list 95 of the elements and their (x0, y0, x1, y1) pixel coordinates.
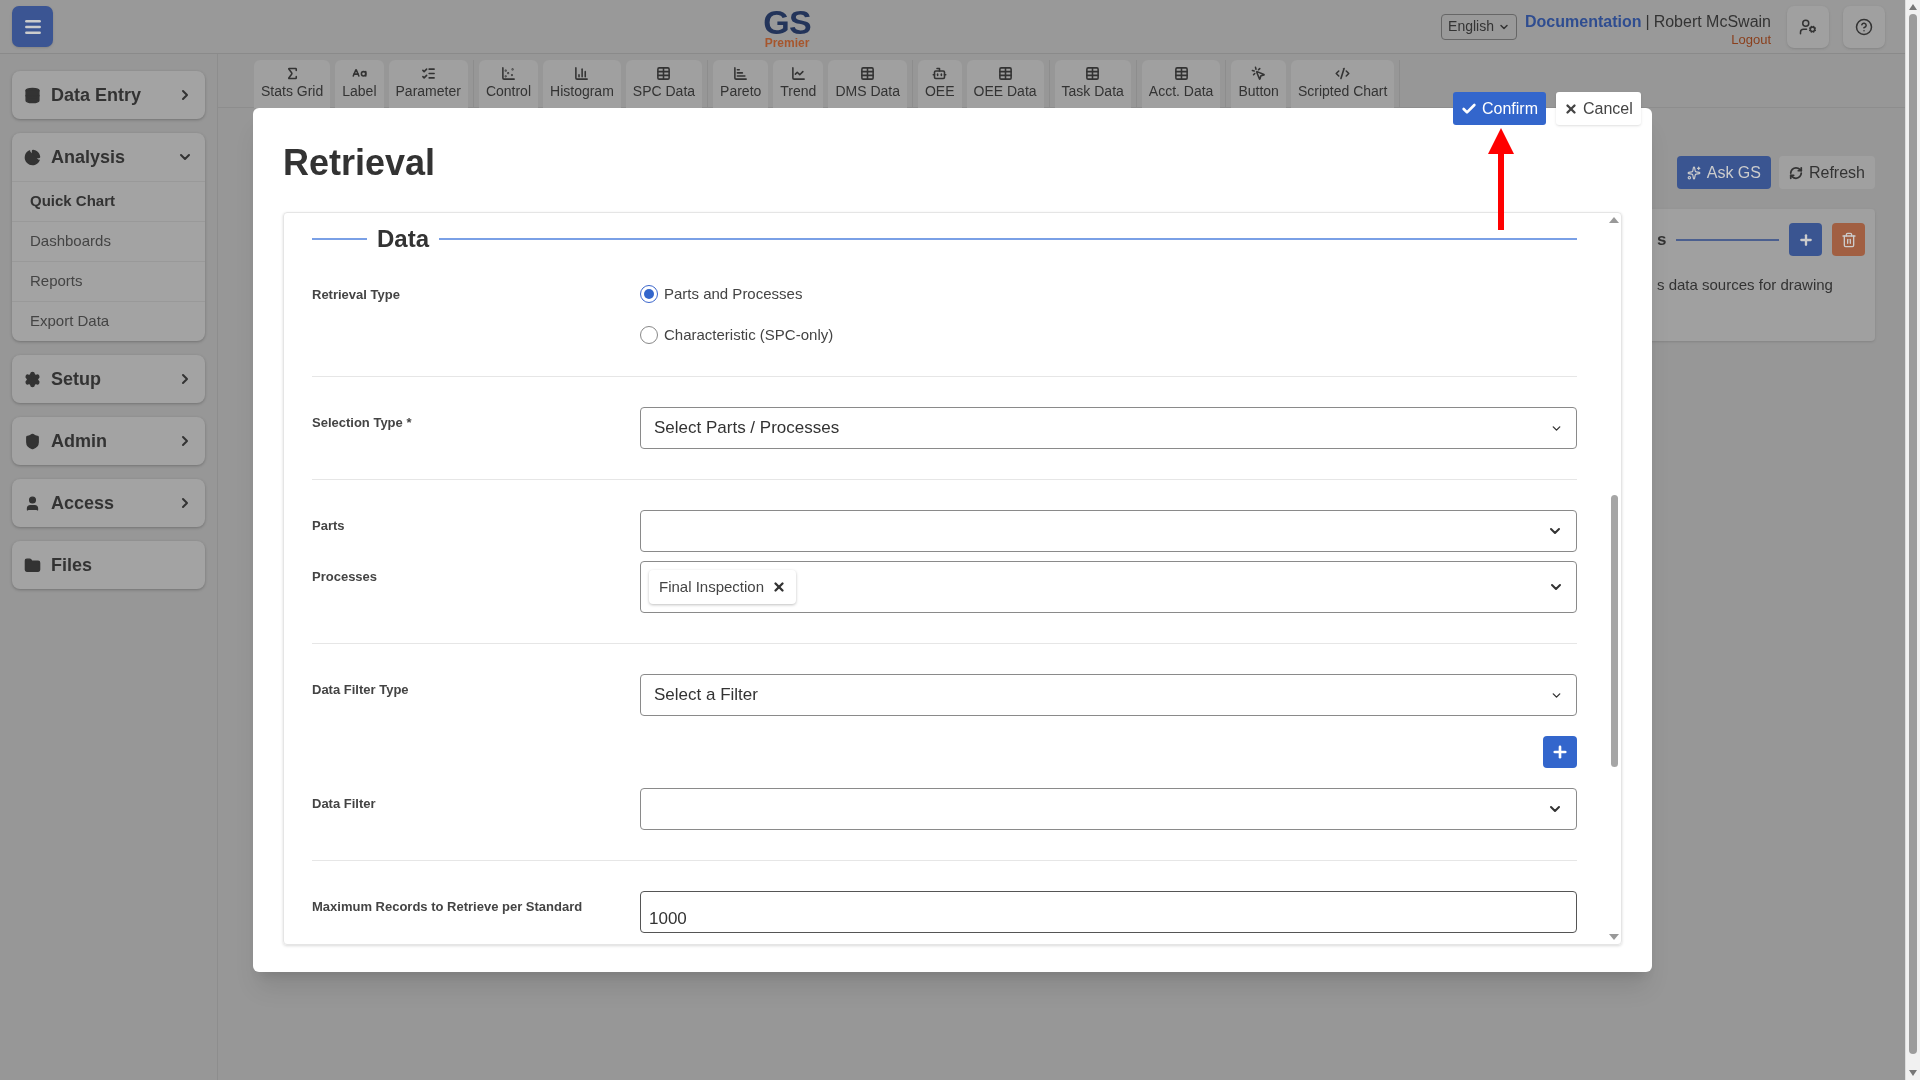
scroll-down-icon[interactable] (1609, 934, 1619, 940)
toolbar-button[interactable]: OEE Data (966, 60, 1044, 108)
confirm-button[interactable]: Confirm (1453, 92, 1546, 125)
radio-option[interactable]: Characteristic (SPC-only) (640, 323, 834, 346)
field-label: Processes (312, 568, 379, 586)
sidebar-section-header[interactable]: Setup (12, 355, 205, 403)
card-text: s data sources for drawing (1657, 275, 1834, 295)
pie-chart-icon (24, 148, 41, 166)
refresh-button[interactable]: Refresh (1778, 156, 1875, 189)
field-label: Data Filter Type (312, 681, 410, 699)
toolbar-button[interactable]: Histogram (543, 60, 621, 108)
help-icon (1855, 17, 1873, 36)
sidebar-section-header[interactable]: Admin (12, 417, 205, 465)
help-button[interactable] (1843, 5, 1885, 48)
logout-link[interactable]: Logout (1731, 32, 1771, 49)
database-icon (24, 86, 41, 104)
toolbar-button[interactable]: Button (1231, 60, 1286, 108)
user-settings-button[interactable] (1787, 5, 1829, 48)
code-icon (1335, 66, 1351, 81)
select-field[interactable]: Select Parts / Processes (640, 407, 1577, 449)
close-icon (1564, 101, 1578, 116)
table-icon (860, 66, 876, 81)
sidebar-item[interactable]: Dashboards (12, 221, 205, 261)
user-gear-icon (1799, 17, 1817, 36)
number-field[interactable]: 1000 (640, 891, 1577, 933)
bar-chart-icon (574, 66, 590, 81)
scrollbar-thumb[interactable] (1610, 495, 1618, 767)
toolbar-button[interactable]: Acct. Data (1141, 60, 1221, 108)
table-icon (1173, 66, 1189, 81)
page-scrollbar[interactable] (1905, 0, 1920, 1080)
toolbar-button[interactable]: Scripted Chart (1290, 60, 1395, 108)
field-label: Retrieval Type (312, 286, 401, 304)
select-field[interactable]: Select a Filter (640, 674, 1577, 716)
table-icon (1085, 66, 1101, 81)
pointer-icon (1251, 66, 1267, 81)
dropdown-field[interactable] (640, 788, 1577, 830)
toolbar-button[interactable]: Stats Grid (254, 60, 331, 108)
separator: | (1645, 12, 1650, 33)
radio-option[interactable]: Parts and Processes (640, 283, 834, 306)
folder-icon (24, 556, 41, 574)
bar-chart-icon (733, 66, 749, 81)
scroll-down-icon[interactable] (1909, 1070, 1917, 1076)
settings-icon (24, 370, 41, 388)
line-chart-icon (790, 66, 806, 81)
card-heading: s (1657, 228, 1667, 251)
field-label: Selection Type * (312, 414, 413, 432)
trash-icon (1840, 231, 1857, 248)
sidebar-item[interactable]: Quick Chart (12, 181, 205, 221)
field-label: Parts (312, 517, 346, 535)
toolbar-button[interactable]: Trend (773, 60, 824, 108)
documentation-link[interactable]: Documentation (1525, 12, 1642, 33)
modal-title: Retrieval (283, 141, 436, 185)
user-icon (24, 494, 41, 512)
plus-icon (1551, 743, 1569, 761)
ask-button[interactable]: Ask GS (1676, 156, 1771, 189)
multiselect-field[interactable]: Final Inspection (640, 561, 1577, 613)
toolbar-button[interactable]: Parameter (388, 60, 468, 108)
tag-chip: Final Inspection (649, 570, 797, 604)
plus-icon (1797, 231, 1814, 248)
sidebar-section-header[interactable]: Access (12, 479, 205, 527)
user-name: Robert McSwain (1653, 12, 1771, 33)
toolbar-button[interactable]: DMS Data (828, 60, 907, 108)
toolbar-button[interactable]: SPC Data (625, 60, 703, 108)
checklist-icon (420, 66, 436, 81)
field-label: Maximum Records to Retrieve per Standard (312, 898, 584, 916)
sidebar-item[interactable]: Export Data (12, 301, 205, 341)
shield-icon (24, 432, 41, 450)
sparkle-icon (1686, 165, 1701, 180)
dropdown-field[interactable] (640, 510, 1577, 552)
scrollbar-thumb[interactable] (1909, 14, 1917, 1054)
add-button[interactable] (1789, 223, 1822, 256)
toolbar-button[interactable]: Pareto (713, 60, 769, 108)
refresh-icon (1788, 165, 1803, 180)
toolbar-button[interactable]: OEE (917, 60, 962, 108)
menu-button[interactable] (12, 6, 53, 47)
delete-button[interactable] (1832, 223, 1865, 256)
toolbar-button[interactable]: Control (478, 60, 538, 108)
add-button[interactable] (1543, 736, 1577, 768)
language-select[interactable]: English (1441, 13, 1517, 40)
remove-icon[interactable] (772, 580, 787, 594)
table-icon (997, 66, 1013, 81)
table-icon (656, 66, 672, 81)
section-heading: Data (377, 224, 430, 254)
robot-icon (932, 66, 948, 81)
chart-icon (500, 66, 516, 81)
toolbar-button[interactable]: Label (335, 60, 384, 108)
cancel-button[interactable]: Cancel (1556, 92, 1641, 125)
sidebar-section-header[interactable]: Analysis (12, 133, 205, 181)
toolbar-button[interactable]: Task Data (1054, 60, 1131, 108)
sidebar-item[interactable]: Reports (12, 261, 205, 301)
scroll-up-icon[interactable] (1609, 217, 1619, 223)
sidebar-section-header[interactable]: Data Entry (12, 71, 205, 119)
sidebar-section-header[interactable]: Files (12, 541, 205, 589)
field-label: Data Filter (312, 795, 377, 813)
logo: GS Premier (763, 4, 811, 49)
